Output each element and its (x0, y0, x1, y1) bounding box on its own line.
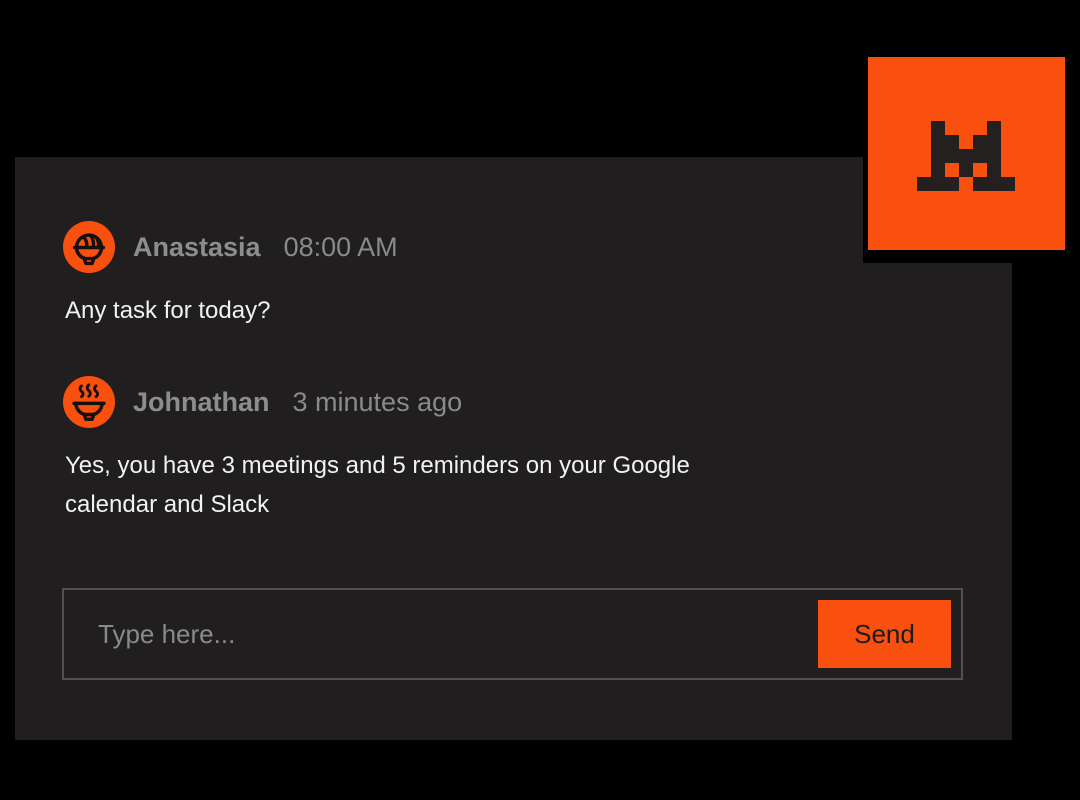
message-header: Johnathan 3 minutes ago (63, 376, 462, 428)
message-header: Anastasia 08:00 AM (63, 221, 398, 273)
composer: Send (62, 588, 963, 680)
avatar (63, 376, 115, 428)
message-text: Yes, you have 3 meetings and 5 reminders… (65, 446, 775, 524)
author-name: Johnathan (133, 387, 270, 418)
chat-panel: Anastasia 08:00 AM Any task for today? (15, 157, 1012, 740)
rice-bowl-icon (63, 221, 115, 273)
mistral-pixel-m-icon (917, 121, 1015, 191)
app-canvas: Anastasia 08:00 AM Any task for today? (0, 0, 1080, 800)
message-timestamp: 3 minutes ago (293, 387, 463, 418)
avatar (63, 221, 115, 273)
message-text: Any task for today? (65, 291, 270, 330)
steaming-bowl-icon (63, 376, 115, 428)
send-button[interactable]: Send (818, 600, 951, 668)
mistral-logo (868, 57, 1065, 250)
message-input[interactable] (64, 590, 818, 678)
message-timestamp: 08:00 AM (284, 232, 398, 263)
author-name: Anastasia (133, 232, 261, 263)
